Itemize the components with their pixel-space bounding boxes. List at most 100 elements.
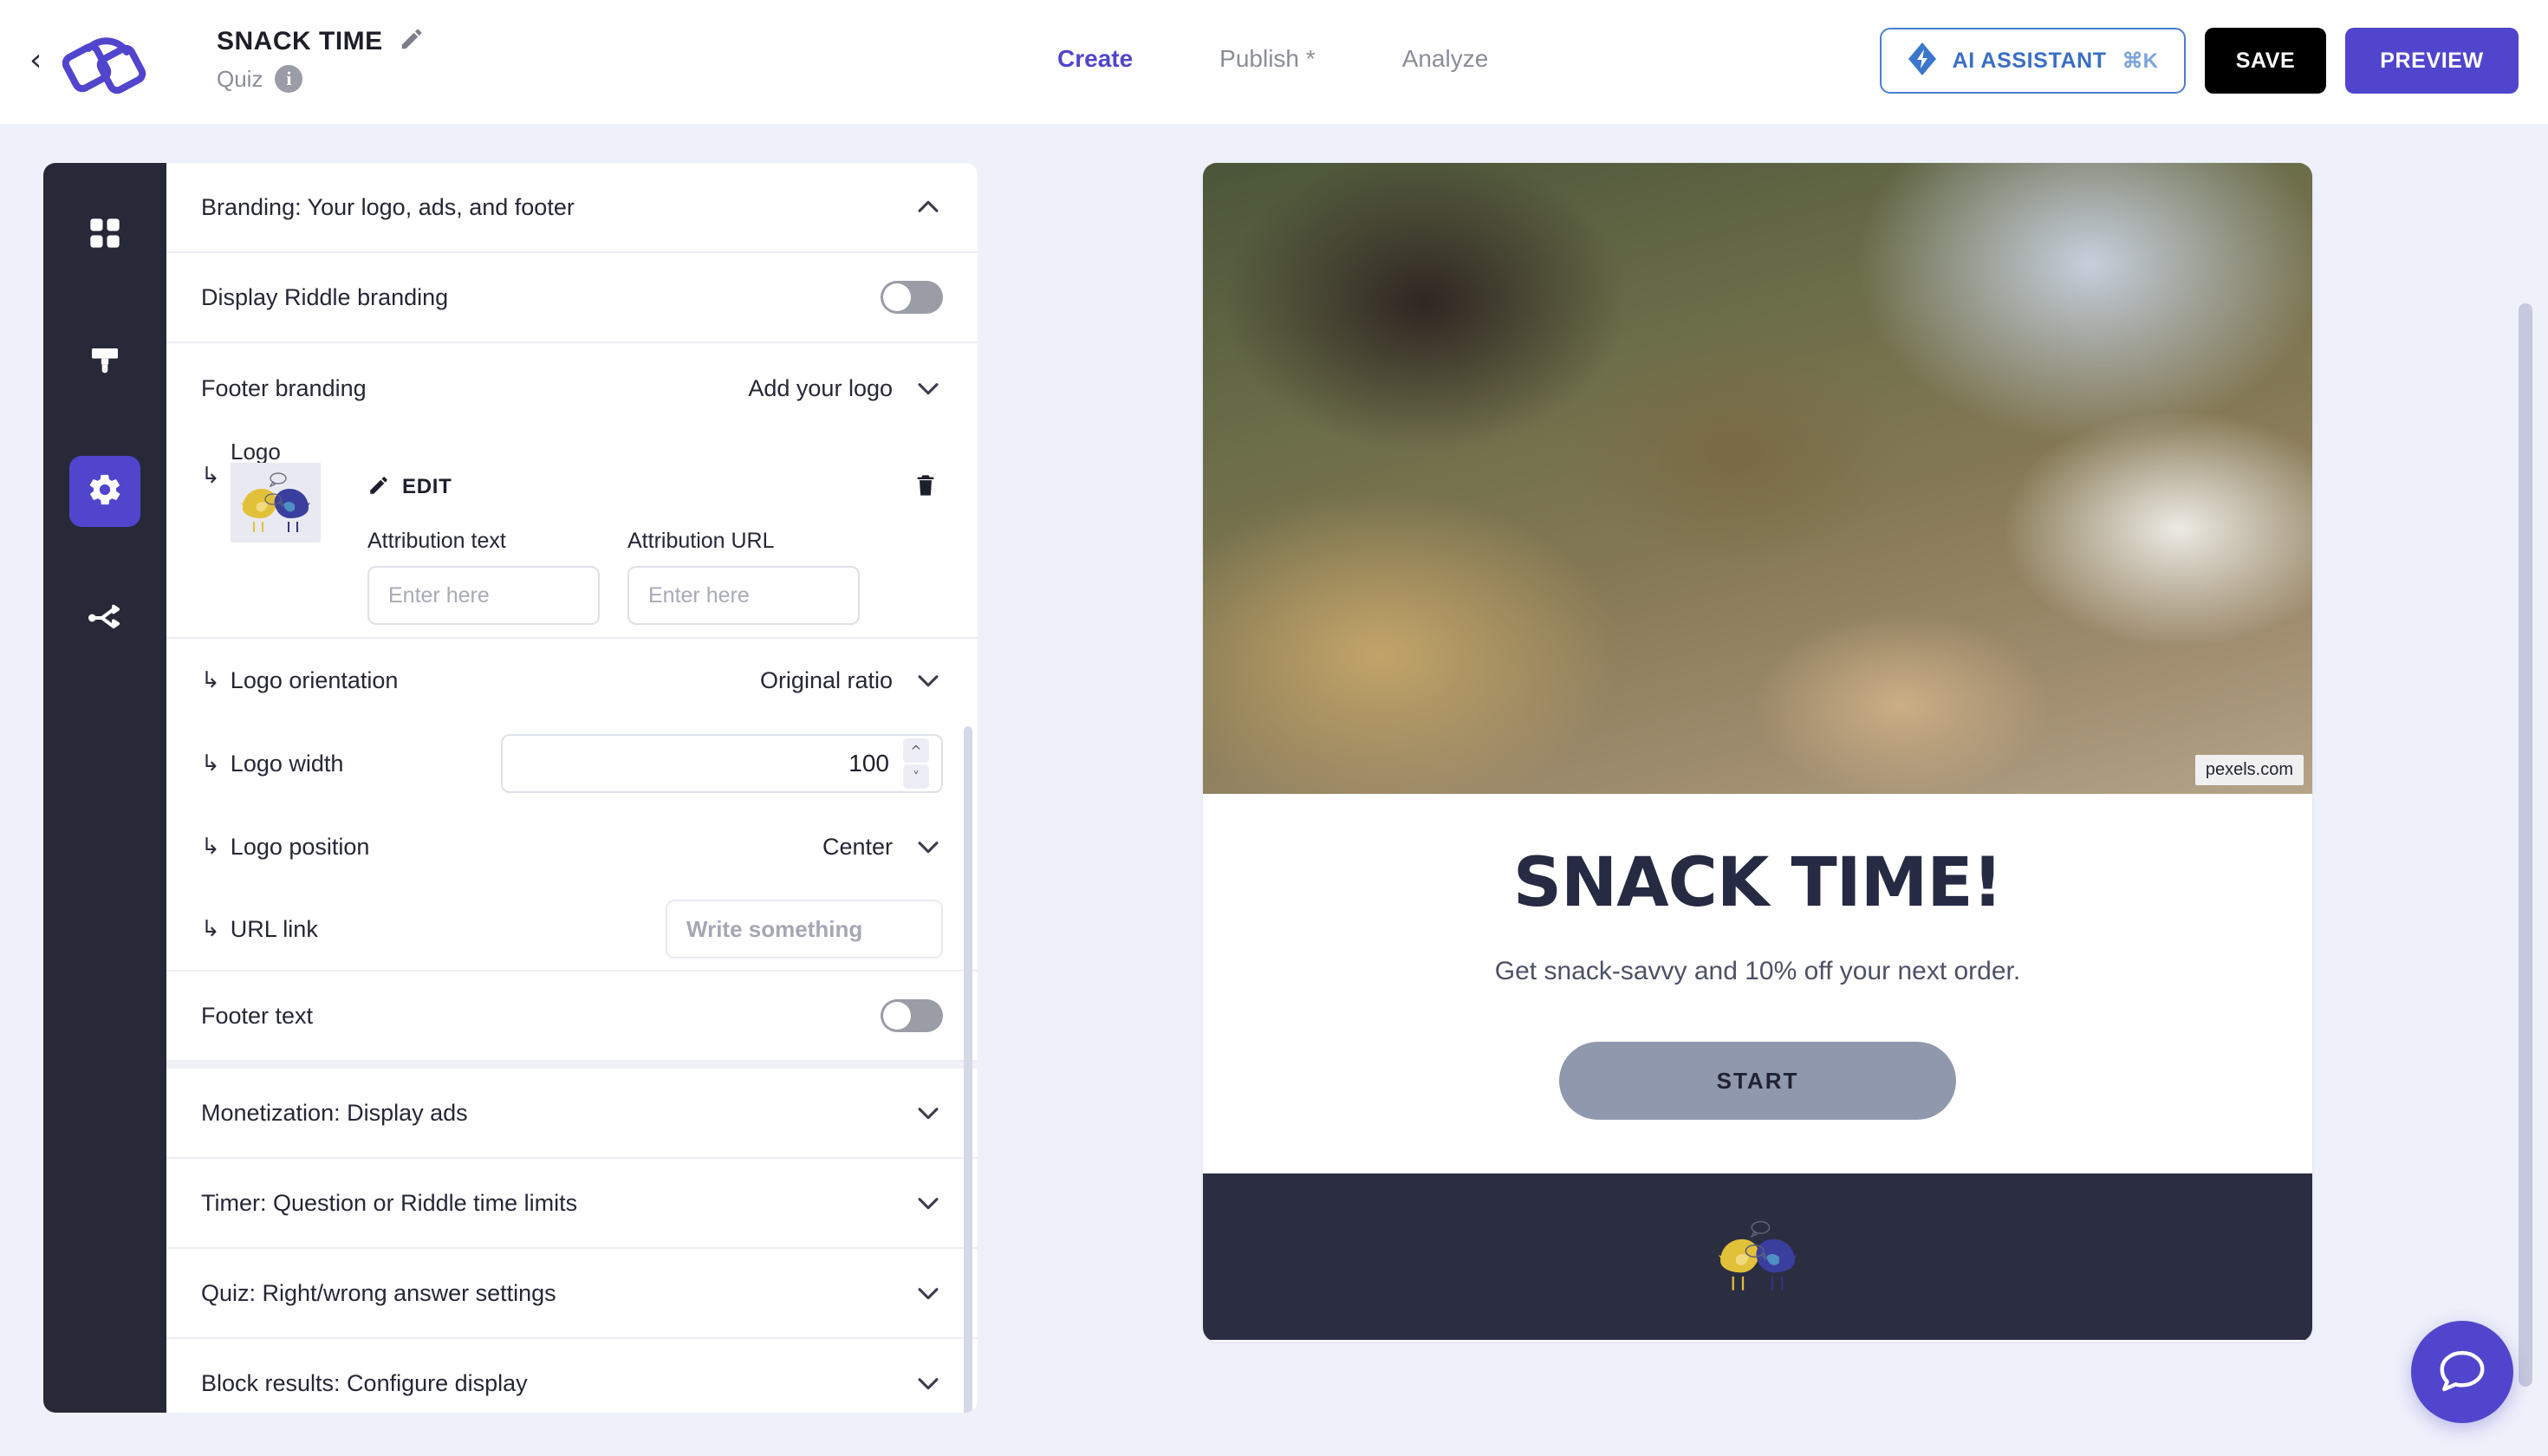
- display-riddle-branding-label: Display Riddle branding: [201, 283, 449, 310]
- accordion-branding-header[interactable]: Branding: Your logo, ads, and footer: [166, 163, 978, 253]
- footer-branding-label: Footer branding: [201, 374, 367, 401]
- chevron-up-icon: [913, 192, 943, 222]
- chevron-down-icon: [913, 1098, 943, 1128]
- sidebar-item-share[interactable]: [69, 584, 140, 655]
- settings-panel: Branding: Your logo, ads, and footer Dis…: [166, 163, 978, 1413]
- preview-subtitle: Get snack-savvy and 10% off your next or…: [1494, 957, 2021, 985]
- toggle-knob: [883, 283, 911, 311]
- main-nav: Create Publish * Analyze: [1014, 45, 1531, 73]
- pencil-icon[interactable]: [399, 26, 425, 56]
- accordion-timer-title: Timer: Question or Riddle time limits: [201, 1189, 578, 1216]
- logo-position-label-wrap: ↳ Logo position: [201, 834, 369, 861]
- indent-arrow-icon: ↳: [201, 751, 220, 777]
- sidebar-item-settings[interactable]: [69, 456, 140, 527]
- chevron-down-icon: [913, 1188, 943, 1218]
- logo-orientation-label: Logo orientation: [230, 666, 399, 693]
- logo-orientation-select[interactable]: Original ratio: [760, 666, 943, 695]
- ai-assistant-label: AI ASSISTANT: [1952, 48, 2107, 73]
- trash-icon[interactable]: [913, 472, 938, 503]
- settings-panel-scrollbar[interactable]: [964, 726, 972, 1413]
- accordion-quiz-header[interactable]: Quiz: Right/wrong answer settings: [166, 1249, 978, 1339]
- attribution-text-field: Attribution text: [367, 529, 600, 625]
- page-scrollbar[interactable]: [2519, 303, 2532, 1387]
- preview-card: pexels.com SNACK TIME! Get snack-savvy a…: [1203, 163, 2312, 1342]
- sidebar-item-design[interactable]: [69, 328, 140, 399]
- sidebar-item-blocks[interactable]: [69, 199, 140, 270]
- chat-bubble-icon: [2435, 1343, 2489, 1401]
- app-header: ‹ SNACK TIME Quiz i Create Publish * Ana…: [0, 0, 2548, 124]
- footer-text-label: Footer text: [201, 1002, 314, 1029]
- subtitle-row: Quiz i: [217, 65, 425, 93]
- attribution-fields: Attribution text Attribution URL: [367, 529, 943, 625]
- content-type-label: Quiz: [217, 65, 263, 92]
- tab-create[interactable]: Create: [1014, 45, 1176, 73]
- settings-scroll-area: Branding: Your logo, ads, and footer Dis…: [166, 163, 978, 1413]
- stepper-buttons: ^ ˅: [903, 738, 929, 789]
- url-link-label: URL link: [230, 915, 318, 942]
- hero-image: pexels.com: [1203, 163, 2312, 794]
- ai-assistant-button[interactable]: AI ASSISTANT ⌘K: [1879, 28, 2186, 94]
- footer-branding-select[interactable]: Add your logo: [748, 374, 943, 403]
- accordion-block-results-header[interactable]: Block results: Configure display: [166, 1339, 978, 1413]
- url-link-label-wrap: ↳ URL link: [201, 916, 318, 943]
- ai-sparkle-diamond-icon: [1908, 42, 1937, 81]
- logo-area: EDIT Attribution text Attribution URL: [201, 463, 943, 625]
- stepper-up-button[interactable]: ^: [903, 738, 929, 763]
- edit-logo-label: EDIT: [402, 475, 452, 498]
- row-display-riddle-branding: Display Riddle branding: [166, 253, 978, 343]
- preview-title: SNACK TIME!: [1512, 844, 2003, 922]
- accordion-monetization-header[interactable]: Monetization: Display ads: [166, 1069, 978, 1159]
- grid-blocks-icon: [88, 216, 122, 255]
- accordion-timer-header[interactable]: Timer: Question or Riddle time limits: [166, 1159, 978, 1249]
- logo-caption: Logo: [231, 439, 281, 465]
- attribution-url-field: Attribution URL: [627, 529, 860, 625]
- indent-arrow-icon: ↳: [201, 834, 220, 860]
- editor-rail: [43, 163, 166, 1413]
- stepper-down-button[interactable]: ˅: [903, 764, 929, 789]
- tab-publish[interactable]: Publish *: [1176, 45, 1359, 73]
- logo-position-value: Center: [822, 833, 893, 860]
- chevron-down-icon: [913, 832, 943, 861]
- paint-brush-icon: [88, 344, 122, 383]
- riddle-logo-icon[interactable]: [62, 31, 149, 95]
- save-button[interactable]: SAVE: [2205, 28, 2326, 94]
- indent-arrow-icon: ↳: [201, 667, 220, 693]
- row-footer-text: Footer text: [166, 972, 978, 1062]
- logo-orientation-value: Original ratio: [759, 666, 893, 693]
- footer-branding-value: Add your logo: [748, 374, 893, 401]
- logo-thumbnail[interactable]: [231, 463, 321, 543]
- logo-controls: EDIT Attribution text Attribution URL: [367, 463, 943, 625]
- row-url-link: ↳ URL link: [166, 888, 978, 972]
- logo-width-value[interactable]: 100: [848, 750, 889, 777]
- logo-width-stepper[interactable]: 100 ^ ˅: [501, 734, 943, 793]
- row-logo-position[interactable]: ↳ Logo position Center: [166, 805, 978, 888]
- logo-edit-row: EDIT: [367, 463, 943, 511]
- gear-icon: [87, 471, 123, 512]
- edit-logo-button[interactable]: EDIT: [367, 474, 452, 501]
- attribution-text-input[interactable]: [367, 566, 600, 625]
- info-icon[interactable]: i: [275, 65, 303, 93]
- accordion-branding-title: Branding: Your logo, ads, and footer: [201, 193, 575, 220]
- image-credit-badge[interactable]: pexels.com: [2194, 755, 2304, 785]
- preview-button[interactable]: PREVIEW: [2345, 28, 2519, 94]
- chat-support-button[interactable]: [2411, 1321, 2513, 1423]
- logo-position-select[interactable]: Center: [822, 832, 943, 861]
- indent-arrow-icon: ↳: [201, 916, 220, 942]
- back-button[interactable]: ‹: [29, 45, 55, 76]
- attribution-text-label: Attribution text: [367, 529, 506, 553]
- logo-orientation-label-wrap: ↳ Logo orientation: [201, 667, 398, 694]
- row-logo-orientation[interactable]: ↳ Logo orientation Original ratio: [166, 639, 978, 722]
- preview-body: SNACK TIME! Get snack-savvy and 10% off …: [1203, 794, 2312, 1173]
- row-footer-branding[interactable]: Footer branding Add your logo: [166, 343, 978, 433]
- accordion-block-results-title: Block results: Configure display: [201, 1369, 528, 1396]
- url-link-input[interactable]: [666, 900, 943, 959]
- display-riddle-branding-toggle[interactable]: [881, 281, 943, 314]
- row-logo-width: ↳ Logo width 100 ^ ˅: [166, 722, 978, 805]
- hero-photo: [1203, 163, 2312, 794]
- pencil-icon: [367, 474, 390, 501]
- footer-text-toggle[interactable]: [881, 999, 943, 1032]
- attribution-url-label: Attribution URL: [627, 529, 775, 553]
- start-button[interactable]: START: [1559, 1042, 1956, 1120]
- attribution-url-input[interactable]: [627, 566, 860, 625]
- tab-analyze[interactable]: Analyze: [1359, 45, 1532, 73]
